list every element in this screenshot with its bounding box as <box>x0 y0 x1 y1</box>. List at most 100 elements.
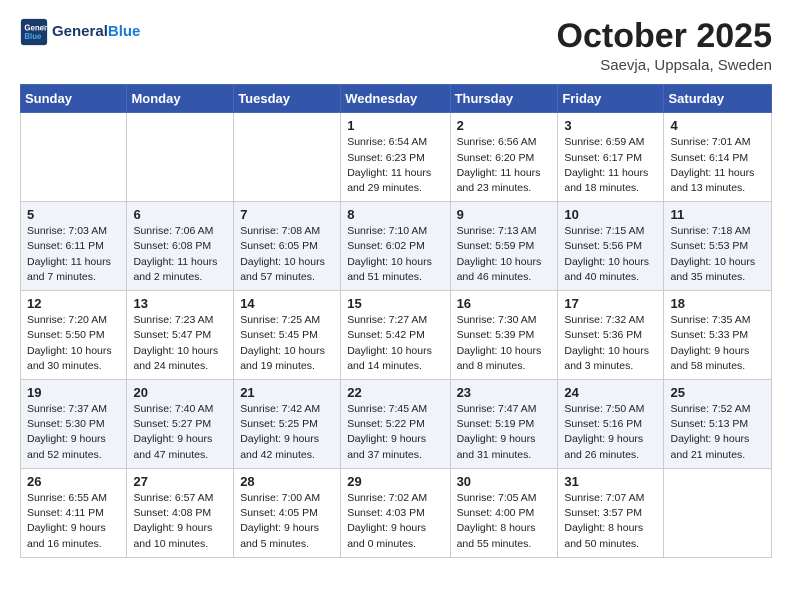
day-number: 7 <box>240 207 335 222</box>
day-info: Sunrise: 7:13 AM Sunset: 5:59 PM Dayligh… <box>457 224 553 285</box>
day-info: Sunrise: 6:55 AM Sunset: 4:11 PM Dayligh… <box>27 491 121 552</box>
svg-text:Blue: Blue <box>24 32 42 41</box>
calendar-week-2: 12 Sunrise: 7:20 AM Sunset: 5:50 PM Dayli… <box>21 291 772 380</box>
calendar-week-4: 26 Sunrise: 6:55 AM Sunset: 4:11 PM Dayli… <box>21 468 772 557</box>
title-block: October 2025 Saevja, Uppsala, Sweden <box>557 18 772 74</box>
day-info: Sunrise: 7:01 AM Sunset: 6:14 PM Dayligh… <box>670 135 766 196</box>
day-info: Sunrise: 7:00 AM Sunset: 4:05 PM Dayligh… <box>240 491 335 552</box>
calendar-cell: 2 Sunrise: 6:56 AM Sunset: 6:20 PM Daylig… <box>450 113 558 202</box>
calendar-cell: 19 Sunrise: 7:37 AM Sunset: 5:30 PM Dayli… <box>21 380 127 469</box>
day-info: Sunrise: 6:56 AM Sunset: 6:20 PM Dayligh… <box>457 135 553 196</box>
day-number: 19 <box>27 385 121 400</box>
logo-text-line1: GeneralBlue <box>52 24 140 41</box>
calendar-cell <box>664 468 772 557</box>
day-info: Sunrise: 7:37 AM Sunset: 5:30 PM Dayligh… <box>27 402 121 463</box>
day-info: Sunrise: 7:18 AM Sunset: 5:53 PM Dayligh… <box>670 224 766 285</box>
day-info: Sunrise: 7:03 AM Sunset: 6:11 PM Dayligh… <box>27 224 121 285</box>
day-number: 18 <box>670 296 766 311</box>
calendar-cell: 17 Sunrise: 7:32 AM Sunset: 5:36 PM Dayli… <box>558 291 664 380</box>
calendar-week-1: 5 Sunrise: 7:03 AM Sunset: 6:11 PM Daylig… <box>21 202 772 291</box>
calendar-cell: 21 Sunrise: 7:42 AM Sunset: 5:25 PM Dayli… <box>234 380 341 469</box>
calendar-cell: 14Sunrise: 7:25 AM Sunset: 5:45 PM Dayli… <box>234 291 341 380</box>
calendar-cell: 9 Sunrise: 7:13 AM Sunset: 5:59 PM Daylig… <box>450 202 558 291</box>
day-number: 31 <box>564 474 658 489</box>
day-info: Sunrise: 7:47 AM Sunset: 5:19 PM Dayligh… <box>457 402 553 463</box>
logo: General Blue GeneralBlue <box>20 18 140 46</box>
calendar-cell: 3 Sunrise: 6:59 AM Sunset: 6:17 PM Daylig… <box>558 113 664 202</box>
calendar-cell: 6 Sunrise: 7:06 AM Sunset: 6:08 PM Daylig… <box>127 202 234 291</box>
day-info: Sunrise: 6:57 AM Sunset: 4:08 PM Dayligh… <box>133 491 228 552</box>
day-number: 28 <box>240 474 335 489</box>
col-wednesday: Wednesday <box>341 85 450 113</box>
calendar-cell <box>234 113 341 202</box>
day-number: 21 <box>240 385 335 400</box>
calendar-cell: 8 Sunrise: 7:10 AM Sunset: 6:02 PM Daylig… <box>341 202 450 291</box>
day-info: Sunrise: 7:20 AM Sunset: 5:50 PM Dayligh… <box>27 313 121 374</box>
day-info: Sunrise: 7:07 AM Sunset: 3:57 PM Dayligh… <box>564 491 658 552</box>
day-info: Sunrise: 7:05 AM Sunset: 4:00 PM Dayligh… <box>457 491 553 552</box>
calendar-cell: 13Sunrise: 7:23 AM Sunset: 5:47 PM Dayli… <box>127 291 234 380</box>
calendar-cell <box>127 113 234 202</box>
location-subtitle: Saevja, Uppsala, Sweden <box>557 57 772 74</box>
header-row: Sunday Monday Tuesday Wednesday Thursday… <box>21 85 772 113</box>
page: General Blue GeneralBlue October 2025 Sa… <box>0 0 792 576</box>
day-number: 9 <box>457 207 553 222</box>
calendar-cell: 11Sunrise: 7:18 AM Sunset: 5:53 PM Dayli… <box>664 202 772 291</box>
day-info: Sunrise: 7:08 AM Sunset: 6:05 PM Dayligh… <box>240 224 335 285</box>
calendar-cell: 5 Sunrise: 7:03 AM Sunset: 6:11 PM Daylig… <box>21 202 127 291</box>
day-info: Sunrise: 7:35 AM Sunset: 5:33 PM Dayligh… <box>670 313 766 374</box>
day-info: Sunrise: 7:32 AM Sunset: 5:36 PM Dayligh… <box>564 313 658 374</box>
day-number: 8 <box>347 207 444 222</box>
calendar-cell: 18 Sunrise: 7:35 AM Sunset: 5:33 PM Dayli… <box>664 291 772 380</box>
calendar-table: Sunday Monday Tuesday Wednesday Thursday… <box>20 84 772 557</box>
day-number: 23 <box>457 385 553 400</box>
calendar-cell: 26 Sunrise: 6:55 AM Sunset: 4:11 PM Dayli… <box>21 468 127 557</box>
calendar-cell: 27Sunrise: 6:57 AM Sunset: 4:08 PM Dayli… <box>127 468 234 557</box>
day-number: 29 <box>347 474 444 489</box>
calendar-cell: 25Sunrise: 7:52 AM Sunset: 5:13 PM Dayli… <box>664 380 772 469</box>
col-saturday: Saturday <box>664 85 772 113</box>
calendar-cell: 16Sunrise: 7:30 AM Sunset: 5:39 PM Dayli… <box>450 291 558 380</box>
day-number: 17 <box>564 296 658 311</box>
day-number: 2 <box>457 118 553 133</box>
day-number: 30 <box>457 474 553 489</box>
month-title: October 2025 <box>557 18 772 55</box>
day-info: Sunrise: 7:10 AM Sunset: 6:02 PM Dayligh… <box>347 224 444 285</box>
day-info: Sunrise: 7:02 AM Sunset: 4:03 PM Dayligh… <box>347 491 444 552</box>
calendar-cell <box>21 113 127 202</box>
day-info: Sunrise: 7:40 AM Sunset: 5:27 PM Dayligh… <box>133 402 228 463</box>
calendar-cell: 30 Sunrise: 7:05 AM Sunset: 4:00 PM Dayli… <box>450 468 558 557</box>
day-info: Sunrise: 6:59 AM Sunset: 6:17 PM Dayligh… <box>564 135 658 196</box>
calendar-cell: 15Sunrise: 7:27 AM Sunset: 5:42 PM Dayli… <box>341 291 450 380</box>
day-number: 10 <box>564 207 658 222</box>
day-number: 24 <box>564 385 658 400</box>
calendar-cell: 10 Sunrise: 7:15 AM Sunset: 5:56 PM Dayli… <box>558 202 664 291</box>
day-number: 25 <box>670 385 766 400</box>
calendar-week-3: 19 Sunrise: 7:37 AM Sunset: 5:30 PM Dayli… <box>21 380 772 469</box>
day-info: Sunrise: 7:50 AM Sunset: 5:16 PM Dayligh… <box>564 402 658 463</box>
calendar-cell: 24 Sunrise: 7:50 AM Sunset: 5:16 PM Dayli… <box>558 380 664 469</box>
day-info: Sunrise: 7:23 AM Sunset: 5:47 PM Dayligh… <box>133 313 228 374</box>
day-info: Sunrise: 7:25 AM Sunset: 5:45 PM Dayligh… <box>240 313 335 374</box>
calendar-cell: 31 Sunrise: 7:07 AM Sunset: 3:57 PM Dayli… <box>558 468 664 557</box>
calendar-cell: 7 Sunrise: 7:08 AM Sunset: 6:05 PM Daylig… <box>234 202 341 291</box>
header: General Blue GeneralBlue October 2025 Sa… <box>20 18 772 74</box>
calendar-cell: 12 Sunrise: 7:20 AM Sunset: 5:50 PM Dayli… <box>21 291 127 380</box>
day-number: 26 <box>27 474 121 489</box>
calendar-cell: 20Sunrise: 7:40 AM Sunset: 5:27 PM Dayli… <box>127 380 234 469</box>
day-number: 6 <box>133 207 228 222</box>
col-tuesday: Tuesday <box>234 85 341 113</box>
day-number: 3 <box>564 118 658 133</box>
day-info: Sunrise: 7:06 AM Sunset: 6:08 PM Dayligh… <box>133 224 228 285</box>
calendar-cell: 4 Sunrise: 7:01 AM Sunset: 6:14 PM Daylig… <box>664 113 772 202</box>
col-monday: Monday <box>127 85 234 113</box>
day-number: 4 <box>670 118 766 133</box>
col-thursday: Thursday <box>450 85 558 113</box>
day-info: Sunrise: 7:42 AM Sunset: 5:25 PM Dayligh… <box>240 402 335 463</box>
calendar-cell: 23 Sunrise: 7:47 AM Sunset: 5:19 PM Dayli… <box>450 380 558 469</box>
day-number: 5 <box>27 207 121 222</box>
day-info: Sunrise: 7:15 AM Sunset: 5:56 PM Dayligh… <box>564 224 658 285</box>
day-number: 16 <box>457 296 553 311</box>
day-number: 12 <box>27 296 121 311</box>
calendar-cell: 22Sunrise: 7:45 AM Sunset: 5:22 PM Dayli… <box>341 380 450 469</box>
